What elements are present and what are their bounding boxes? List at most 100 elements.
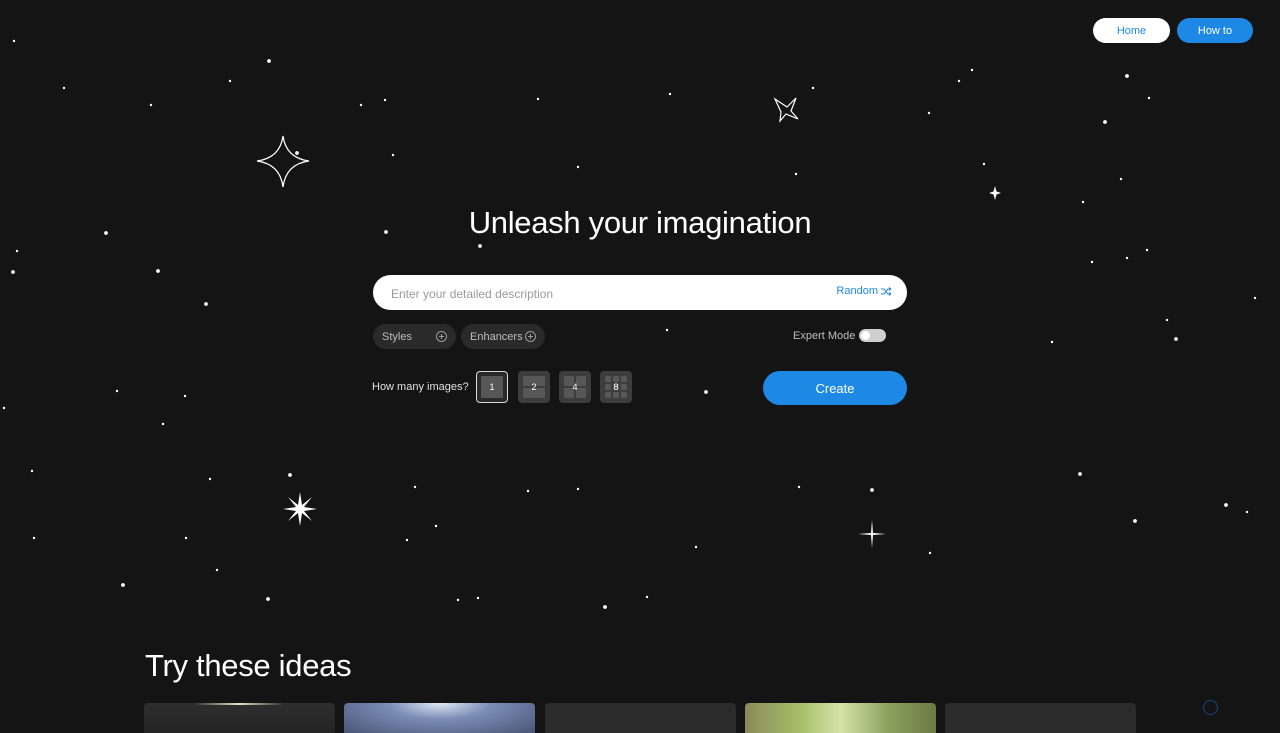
image-count-1[interactable]: 1 (476, 371, 508, 403)
star-dot (267, 59, 271, 63)
star-dot (576, 165, 580, 169)
expert-mode-label: Expert Mode (793, 330, 856, 342)
star-dot (295, 151, 299, 155)
star-dot (576, 487, 580, 491)
star-dot (1165, 318, 1169, 322)
top-nav: Home How to (1093, 18, 1253, 43)
description-input[interactable] (389, 275, 823, 312)
star-dot (1253, 296, 1257, 300)
star-dot (405, 538, 409, 542)
star-dot (1119, 177, 1123, 181)
star-dot (204, 302, 208, 306)
cross-sparkle-icon (858, 520, 886, 548)
star-dot (161, 422, 165, 426)
count-value: 2 (531, 382, 537, 392)
star-dot (536, 97, 540, 101)
star-dot (794, 172, 798, 176)
star-dot (1125, 74, 1129, 78)
enhancers-label: Enhancers (470, 330, 523, 343)
idea-thumbnail[interactable] (144, 703, 335, 733)
random-label: Random (836, 285, 878, 297)
star-dot (434, 524, 438, 528)
star-dot (183, 394, 187, 398)
idea-thumbnail[interactable] (745, 703, 936, 733)
star-dot (62, 86, 66, 90)
star-dot (359, 103, 363, 107)
add-circle-icon (436, 331, 447, 342)
star-dot (1174, 337, 1178, 341)
star-dot (149, 103, 153, 107)
star-dot (1245, 510, 1249, 514)
burst-star-icon (283, 492, 317, 526)
star-dot (1147, 96, 1151, 100)
random-button[interactable]: Random (836, 285, 891, 297)
styles-button[interactable]: Styles (373, 324, 456, 349)
add-circle-icon (525, 331, 536, 342)
star-dot (478, 244, 482, 248)
sparkle-outline-icon (256, 135, 310, 188)
star-dot (391, 153, 395, 157)
star-dot (811, 86, 815, 90)
star-dot (156, 269, 160, 273)
star-dot (208, 477, 212, 481)
enhancers-button[interactable]: Enhancers (461, 324, 545, 349)
starfield-background (2, 39, 1257, 609)
star-dot (668, 92, 672, 96)
star-dot (927, 111, 931, 115)
image-count-label: How many images? (372, 381, 469, 393)
star-dot (383, 98, 387, 102)
create-button[interactable]: Create (763, 371, 907, 405)
star-dot (1145, 248, 1149, 252)
star-dot (115, 389, 119, 393)
star-dot (30, 469, 34, 473)
count-value: 1 (489, 382, 495, 392)
star-dot (1133, 519, 1137, 523)
sparkle-small-icon (989, 186, 1001, 200)
how-to-button[interactable]: How to (1177, 18, 1253, 43)
star-dot (215, 568, 219, 572)
star-dot (12, 39, 16, 43)
star-dot (266, 597, 270, 601)
star-dot (228, 79, 232, 83)
help-icon[interactable] (1203, 700, 1218, 715)
idea-thumbnail[interactable] (344, 703, 535, 733)
star-dot (928, 551, 932, 555)
star-dot (11, 270, 15, 274)
star-dot (476, 596, 480, 600)
star-dot (957, 79, 961, 83)
ideas-title: Try these ideas (145, 648, 352, 683)
star-dot (1081, 200, 1085, 204)
idea-thumbnail[interactable] (945, 703, 1136, 733)
toggle-knob (861, 331, 870, 340)
star-dot (982, 162, 986, 166)
star-dot (645, 595, 649, 599)
star-dot (1125, 256, 1129, 260)
star-dot (603, 605, 607, 609)
star-dot (694, 545, 698, 549)
star-dot (288, 473, 292, 477)
star-dot (665, 328, 669, 332)
star-dot (970, 68, 974, 72)
star-dot (526, 489, 530, 493)
image-count-2[interactable]: 2 (518, 371, 550, 403)
image-count-4[interactable]: 4 (559, 371, 591, 403)
star-dot (32, 536, 36, 540)
expert-mode-toggle[interactable] (859, 329, 886, 342)
star-dot (1050, 340, 1054, 344)
star-dot (1224, 503, 1228, 507)
count-value: 8 (613, 382, 619, 392)
home-button[interactable]: Home (1093, 18, 1170, 43)
star-dot (1078, 472, 1082, 476)
page-title: Unleash your imagination (468, 205, 812, 240)
star-dot (121, 583, 125, 587)
idea-thumbnail[interactable] (545, 703, 736, 733)
star-dot (413, 485, 417, 489)
shuffle-icon (881, 286, 891, 296)
star-dot (797, 485, 801, 489)
star-outline-icon (773, 97, 799, 123)
star-dot (704, 390, 708, 394)
styles-label: Styles (382, 330, 412, 343)
image-count-8[interactable]: 8 (600, 371, 632, 403)
star-dot (1090, 260, 1094, 264)
star-dot (15, 249, 19, 253)
